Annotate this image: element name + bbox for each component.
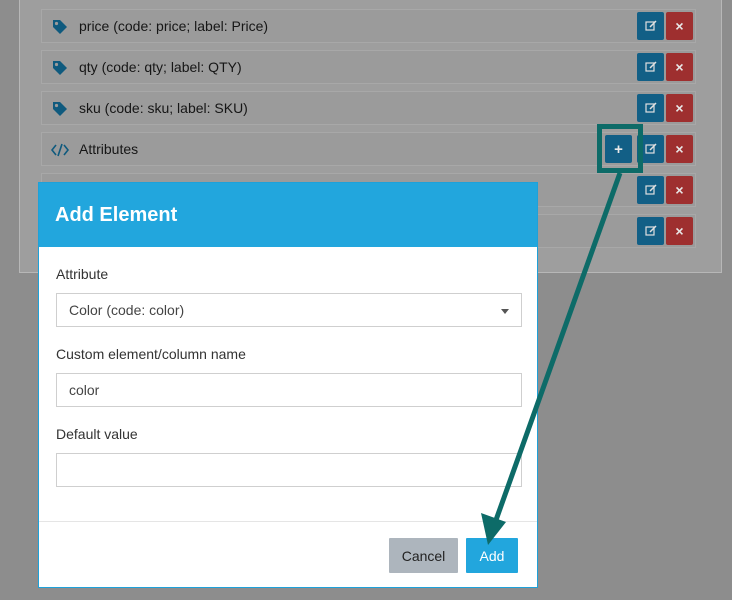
list-item-label: price (code: price; label: Price) [79, 18, 269, 34]
list-item: qty (code: qty; label: QTY) × [41, 50, 696, 84]
custom-name-input[interactable]: color [56, 373, 522, 407]
delete-button[interactable]: × [666, 135, 693, 163]
edit-button[interactable] [637, 217, 664, 245]
edit-button[interactable] [637, 53, 664, 81]
attribute-select-value: Color (code: color) [69, 302, 185, 318]
list-item: sku (code: sku; label: SKU) × [41, 91, 696, 125]
edit-icon [644, 102, 657, 113]
edit-icon [644, 61, 657, 72]
edit-icon [644, 20, 657, 31]
edit-button[interactable] [637, 12, 664, 40]
dialog-title: Add Element [39, 183, 537, 247]
attribute-label: Attribute [56, 266, 109, 282]
cancel-button[interactable]: Cancel [389, 538, 458, 573]
delete-button[interactable]: × [666, 176, 693, 204]
delete-button[interactable]: × [666, 53, 693, 81]
custom-name-label: Custom element/column name [56, 346, 246, 362]
code-icon [51, 143, 69, 157]
default-value-label: Default value [56, 426, 138, 442]
tag-icon [53, 61, 67, 75]
tag-icon [53, 20, 67, 34]
edit-button[interactable] [637, 94, 664, 122]
add-button[interactable]: Add [466, 538, 518, 573]
edit-button[interactable] [637, 176, 664, 204]
list-item-label: Attributes [79, 141, 139, 157]
tag-icon [53, 102, 67, 116]
list-item-label: qty (code: qty; label: QTY) [79, 59, 242, 75]
attribute-select[interactable]: Color (code: color) [56, 293, 522, 327]
default-value-input[interactable] [56, 453, 522, 487]
edit-icon [644, 225, 657, 236]
delete-button[interactable]: × [666, 12, 693, 40]
annotation-highlight-box [597, 124, 643, 173]
chevron-down-icon [501, 309, 509, 314]
edit-icon [644, 143, 657, 154]
delete-button[interactable]: × [666, 217, 693, 245]
list-item-label: sku (code: sku; label: SKU) [79, 100, 248, 116]
dialog-footer-divider [39, 521, 537, 522]
add-element-dialog: Add Element Attribute Color (code: color… [38, 182, 538, 588]
delete-button[interactable]: × [666, 94, 693, 122]
edit-icon [644, 184, 657, 195]
list-item: price (code: price; label: Price) × [41, 9, 696, 43]
